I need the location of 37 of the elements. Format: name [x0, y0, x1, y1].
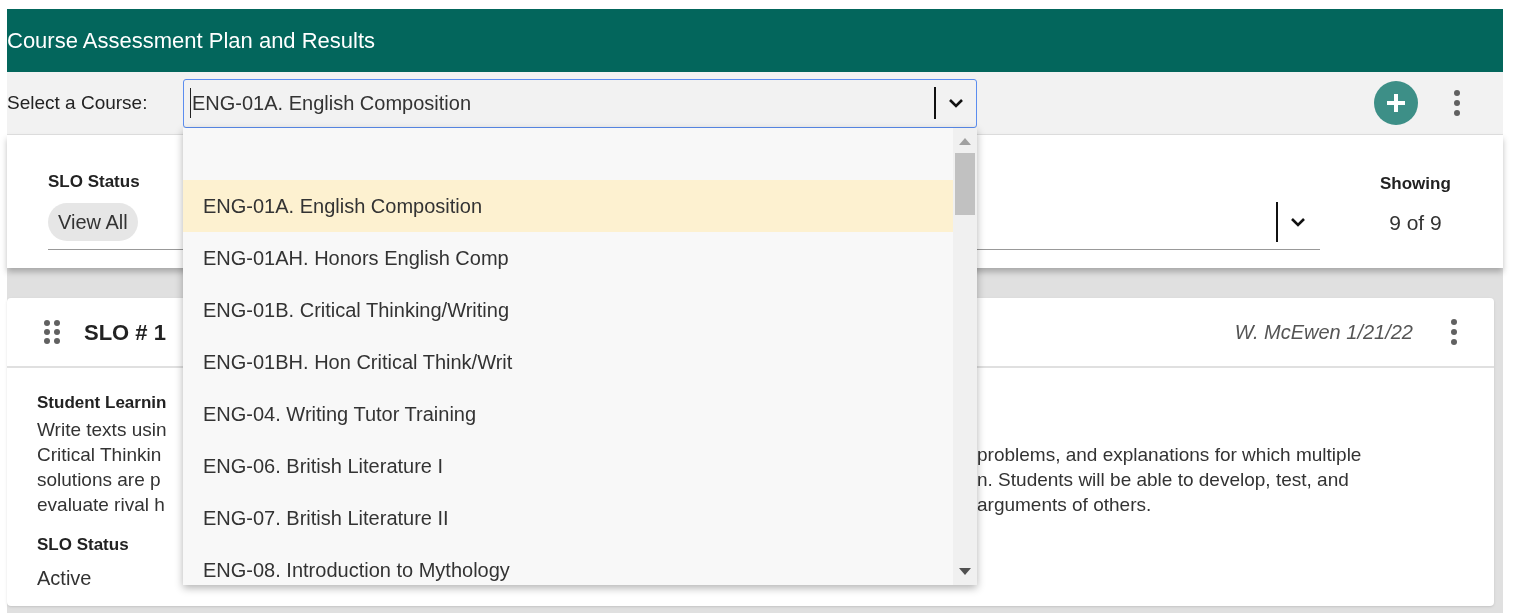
more-options-icon[interactable] [1451, 319, 1457, 345]
view-all-chip[interactable]: View All [48, 202, 138, 241]
outcome-text: n. Students will be able to develop, test, and [977, 467, 1349, 492]
status-label: SLO Status [37, 533, 129, 556]
outcome-text: problems, and explanations for which multiple [977, 442, 1362, 467]
outcome-text: arguments of others. [977, 492, 1152, 517]
course-option[interactable]: ENG-06. British Literature I [183, 440, 953, 492]
course-option[interactable]: ENG-07. British Literature II [183, 492, 953, 544]
course-option[interactable]: ENG-01BH. Hon Critical Think/Writ [183, 336, 953, 388]
page-title: Course Assessment Plan and Results [7, 27, 376, 55]
add-button[interactable] [1374, 81, 1418, 125]
course-label: Select a Course: [7, 90, 149, 115]
course-option[interactable]: ENG-01A. English Composition [183, 180, 953, 232]
course-select[interactable]: ENG-01A. English Composition [183, 78, 977, 128]
outcome-text: Write texts usin [37, 418, 167, 440]
chevron-down-icon[interactable] [1290, 217, 1306, 227]
plus-icon [1385, 92, 1407, 114]
more-options-icon[interactable] [1454, 90, 1460, 116]
course-option[interactable]: ENG-08. Introduction to Mythology [183, 544, 953, 585]
course-option[interactable]: ENG-04. Writing Tutor Training [183, 388, 953, 440]
author-date: W. McEwen 1/21/22 [1234, 320, 1413, 345]
scroll-down-icon[interactable] [959, 568, 971, 575]
course-option[interactable]: ENG-01B. Critical Thinking/Writing [183, 284, 953, 336]
outcome-text: Critical Thinkin [37, 443, 162, 465]
slo-title: SLO # 1 [84, 318, 166, 347]
drag-handle-icon[interactable] [44, 320, 60, 344]
showing-count: 9 of 9 [1389, 209, 1442, 236]
showing-label: Showing [1380, 173, 1451, 195]
scrollbar[interactable] [953, 128, 977, 585]
chevron-down-icon[interactable] [948, 98, 964, 108]
scroll-thumb[interactable] [955, 153, 975, 215]
outcome-text: evaluate rival h [37, 493, 165, 515]
status-value: Active [37, 566, 92, 591]
filter-label: SLO Status [48, 171, 140, 193]
outcome-text: solutions are p [37, 468, 161, 490]
outcome-label: Student Learnin [37, 392, 167, 414]
course-option[interactable]: ENG-01AH. Honors English Comp [183, 232, 953, 284]
